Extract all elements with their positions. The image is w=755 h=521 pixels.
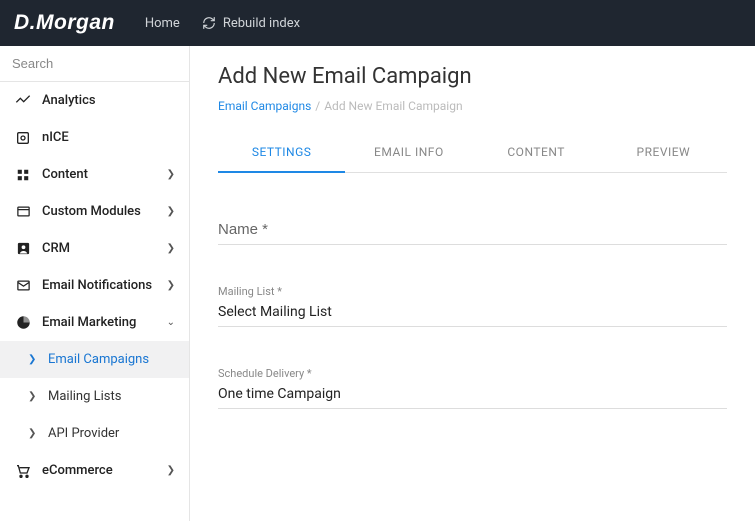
page-title: Add New Email Campaign bbox=[218, 64, 727, 89]
chevron-down-icon: ⌄ bbox=[167, 317, 175, 328]
breadcrumb-link[interactable]: Email Campaigns bbox=[218, 99, 311, 113]
sidebar-item-nice[interactable]: nICE bbox=[0, 119, 189, 156]
field-mailing-list: Mailing List * Select Mailing List bbox=[218, 285, 727, 327]
sidebar-item-content[interactable]: Content ❯ bbox=[0, 156, 189, 193]
chevron-right-icon: ❯ bbox=[28, 391, 40, 402]
sidebar-item-label: Content bbox=[42, 167, 88, 182]
chevron-right-icon: ❯ bbox=[167, 243, 175, 254]
pie-chart-icon bbox=[14, 314, 32, 332]
sidebar-item-label: Analytics bbox=[42, 93, 96, 108]
nav-home-label: Home bbox=[145, 16, 180, 31]
tab-settings[interactable]: SETTINGS bbox=[218, 135, 345, 173]
breadcrumb-sep: / bbox=[315, 99, 320, 113]
schedule-select[interactable]: One time Campaign bbox=[218, 386, 727, 409]
chevron-right-icon: ❯ bbox=[28, 354, 40, 365]
tab-content[interactable]: CONTENT bbox=[473, 135, 600, 172]
nav-rebuild-index[interactable]: Rebuild index bbox=[202, 16, 300, 31]
sidebar-sub-email-campaigns[interactable]: ❯ Email Campaigns bbox=[0, 341, 189, 378]
user-icon bbox=[14, 240, 32, 258]
cart-icon bbox=[14, 462, 32, 480]
name-input[interactable] bbox=[218, 221, 727, 245]
mailing-list-select[interactable]: Select Mailing List bbox=[218, 304, 727, 327]
tabs: SETTINGS EMAIL INFO CONTENT PREVIEW bbox=[218, 135, 727, 173]
sidebar-item-label: nICE bbox=[42, 130, 69, 145]
nav-rebuild-label: Rebuild index bbox=[223, 16, 300, 31]
refresh-icon bbox=[202, 16, 216, 30]
analytics-icon bbox=[14, 92, 32, 110]
sidebar-item-label: Email Marketing bbox=[42, 315, 136, 330]
sidebar-search-wrap bbox=[0, 46, 189, 82]
field-schedule: Schedule Delivery * One time Campaign bbox=[218, 367, 727, 409]
field-name bbox=[218, 221, 727, 245]
chevron-right-icon: ❯ bbox=[167, 206, 175, 217]
sidebar-item-label: Custom Modules bbox=[42, 204, 141, 219]
sidebar-item-ecommerce[interactable]: eCommerce ❯ bbox=[0, 452, 189, 489]
schedule-label: Schedule Delivery * bbox=[218, 367, 727, 380]
sidebar-sub-mailing-lists[interactable]: ❯ Mailing Lists bbox=[0, 378, 189, 415]
mailing-list-label: Mailing List * bbox=[218, 285, 727, 298]
chevron-right-icon: ❯ bbox=[167, 465, 175, 476]
grid-icon bbox=[14, 166, 32, 184]
chevron-right-icon: ❯ bbox=[28, 428, 40, 439]
content-area: Add New Email Campaign Email Campaigns /… bbox=[190, 46, 755, 521]
tab-preview[interactable]: PREVIEW bbox=[600, 135, 727, 172]
sidebar-sub-label: API Provider bbox=[48, 426, 119, 441]
sidebar-sub-label: Mailing Lists bbox=[48, 389, 121, 404]
breadcrumb-current: Add New Email Campaign bbox=[324, 99, 462, 113]
sidebar-sub-label: Email Campaigns bbox=[48, 352, 149, 367]
sidebar-item-custom-modules[interactable]: Custom Modules ❯ bbox=[0, 193, 189, 230]
sidebar-item-analytics[interactable]: Analytics bbox=[0, 82, 189, 119]
tab-email-info[interactable]: EMAIL INFO bbox=[345, 135, 472, 172]
window-icon bbox=[14, 203, 32, 221]
sidebar-item-label: Email Notifications bbox=[42, 278, 152, 293]
sidebar-item-email-notifications[interactable]: Email Notifications ❯ bbox=[0, 267, 189, 304]
sidebar-item-crm[interactable]: CRM ❯ bbox=[0, 230, 189, 267]
module-icon bbox=[14, 129, 32, 147]
brand-logo: D.Morgan bbox=[14, 11, 115, 35]
sidebar-sub-api-provider[interactable]: ❯ API Provider bbox=[0, 415, 189, 452]
sidebar-item-label: eCommerce bbox=[42, 463, 113, 478]
breadcrumb: Email Campaigns / Add New Email Campaign bbox=[218, 99, 727, 113]
sidebar: Analytics nICE Content ❯ Custom Modules bbox=[0, 46, 190, 521]
chevron-right-icon: ❯ bbox=[167, 169, 175, 180]
sidebar-item-label: CRM bbox=[42, 241, 70, 256]
nav-home[interactable]: Home bbox=[145, 16, 180, 31]
sidebar-item-email-marketing[interactable]: Email Marketing ⌄ bbox=[0, 304, 189, 341]
topbar: D.Morgan Home Rebuild index bbox=[0, 0, 755, 46]
mail-icon bbox=[14, 277, 32, 295]
search-input[interactable] bbox=[12, 56, 177, 71]
chevron-right-icon: ❯ bbox=[167, 280, 175, 291]
